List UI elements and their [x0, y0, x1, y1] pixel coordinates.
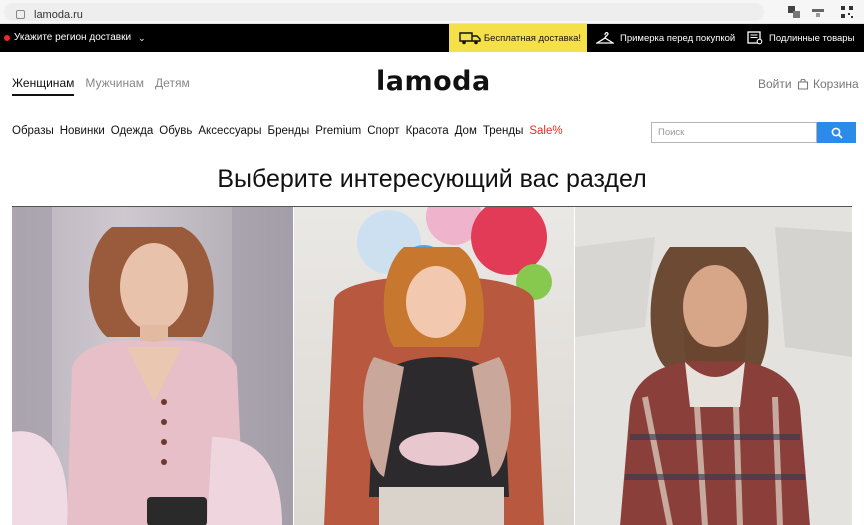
search-icon	[831, 127, 843, 139]
hanger-icon	[596, 31, 614, 44]
nav-item-sport[interactable]: Спорт	[367, 125, 399, 137]
url-field[interactable]: lamoda.ru	[4, 3, 764, 21]
chevron-down-icon: ⌄	[138, 33, 146, 43]
url-text: lamoda.ru	[34, 9, 83, 21]
try-on-label: Примерка перед покупкой	[620, 32, 736, 44]
cart-link[interactable]: Корзина	[797, 77, 859, 91]
gender-tabs: Женщинам Мужчинам Детям	[12, 76, 190, 96]
try-on-link[interactable]: Примерка перед покупкой	[596, 24, 735, 52]
women-photo	[12, 207, 293, 525]
section-cards	[12, 206, 853, 525]
nav-item-new[interactable]: Новинки	[60, 125, 105, 137]
free-delivery-label: Бесплатная доставка!	[483, 32, 581, 44]
delivery-region-selector[interactable]: Укажите регион доставки ⌄	[4, 31, 146, 45]
cart-label: Корзина	[813, 77, 859, 91]
tab-icon	[16, 10, 25, 19]
bag-icon	[797, 78, 809, 90]
extension-icon[interactable]	[787, 5, 801, 19]
nav-item-sale[interactable]: Sale%	[529, 125, 562, 137]
search-button[interactable]	[817, 122, 856, 143]
tab-women[interactable]: Женщинам	[12, 76, 75, 96]
free-delivery-banner[interactable]: Бесплатная доставка!	[449, 24, 587, 52]
nav-item-trends[interactable]: Тренды	[483, 125, 524, 137]
search-box: Поиск	[651, 122, 856, 143]
search-input[interactable]: Поиск	[651, 122, 817, 143]
nav-item-shoes[interactable]: Обувь	[159, 125, 192, 137]
login-link[interactable]: Войти	[758, 77, 792, 91]
page-title: Выберите интересующий вас раздел	[217, 165, 647, 193]
nav-item-home[interactable]: Дом	[455, 125, 477, 137]
nav-item-premium[interactable]: Premium	[315, 125, 361, 137]
certificate-icon	[747, 31, 763, 45]
location-dot-icon	[4, 35, 10, 41]
nav-item-accessories[interactable]: Аксессуары	[198, 125, 261, 137]
men-section-card[interactable]	[575, 207, 853, 525]
browser-address-bar: lamoda.ru	[0, 0, 864, 24]
original-goods-link[interactable]: Подлинные товары	[747, 24, 854, 52]
nav-item-looks[interactable]: Образы	[12, 125, 54, 137]
tab-men[interactable]: Мужчинам	[85, 76, 144, 96]
original-goods-label: Подлинные товары	[769, 32, 855, 44]
top-info-bar: Укажите регион доставки ⌄ Бесплатная дос…	[0, 24, 864, 52]
category-nav: Образы Новинки Одежда Обувь Аксессуары Б…	[12, 125, 563, 137]
kids-photo	[323, 207, 552, 525]
nav-item-clothing[interactable]: Одежда	[111, 125, 153, 137]
lamoda-logo[interactable]: lamoda	[376, 66, 491, 97]
extension-icon[interactable]	[811, 5, 825, 19]
women-section-card[interactable]	[12, 207, 293, 525]
nav-item-brands[interactable]: Бренды	[268, 125, 310, 137]
kids-section-card[interactable]	[293, 207, 575, 525]
delivery-truck-icon	[459, 32, 481, 45]
region-label: Укажите регион доставки	[14, 32, 132, 43]
tab-kids[interactable]: Детям	[155, 76, 190, 96]
men-photo	[575, 207, 853, 525]
qr-icon[interactable]	[840, 5, 854, 19]
nav-item-beauty[interactable]: Красота	[406, 125, 449, 137]
